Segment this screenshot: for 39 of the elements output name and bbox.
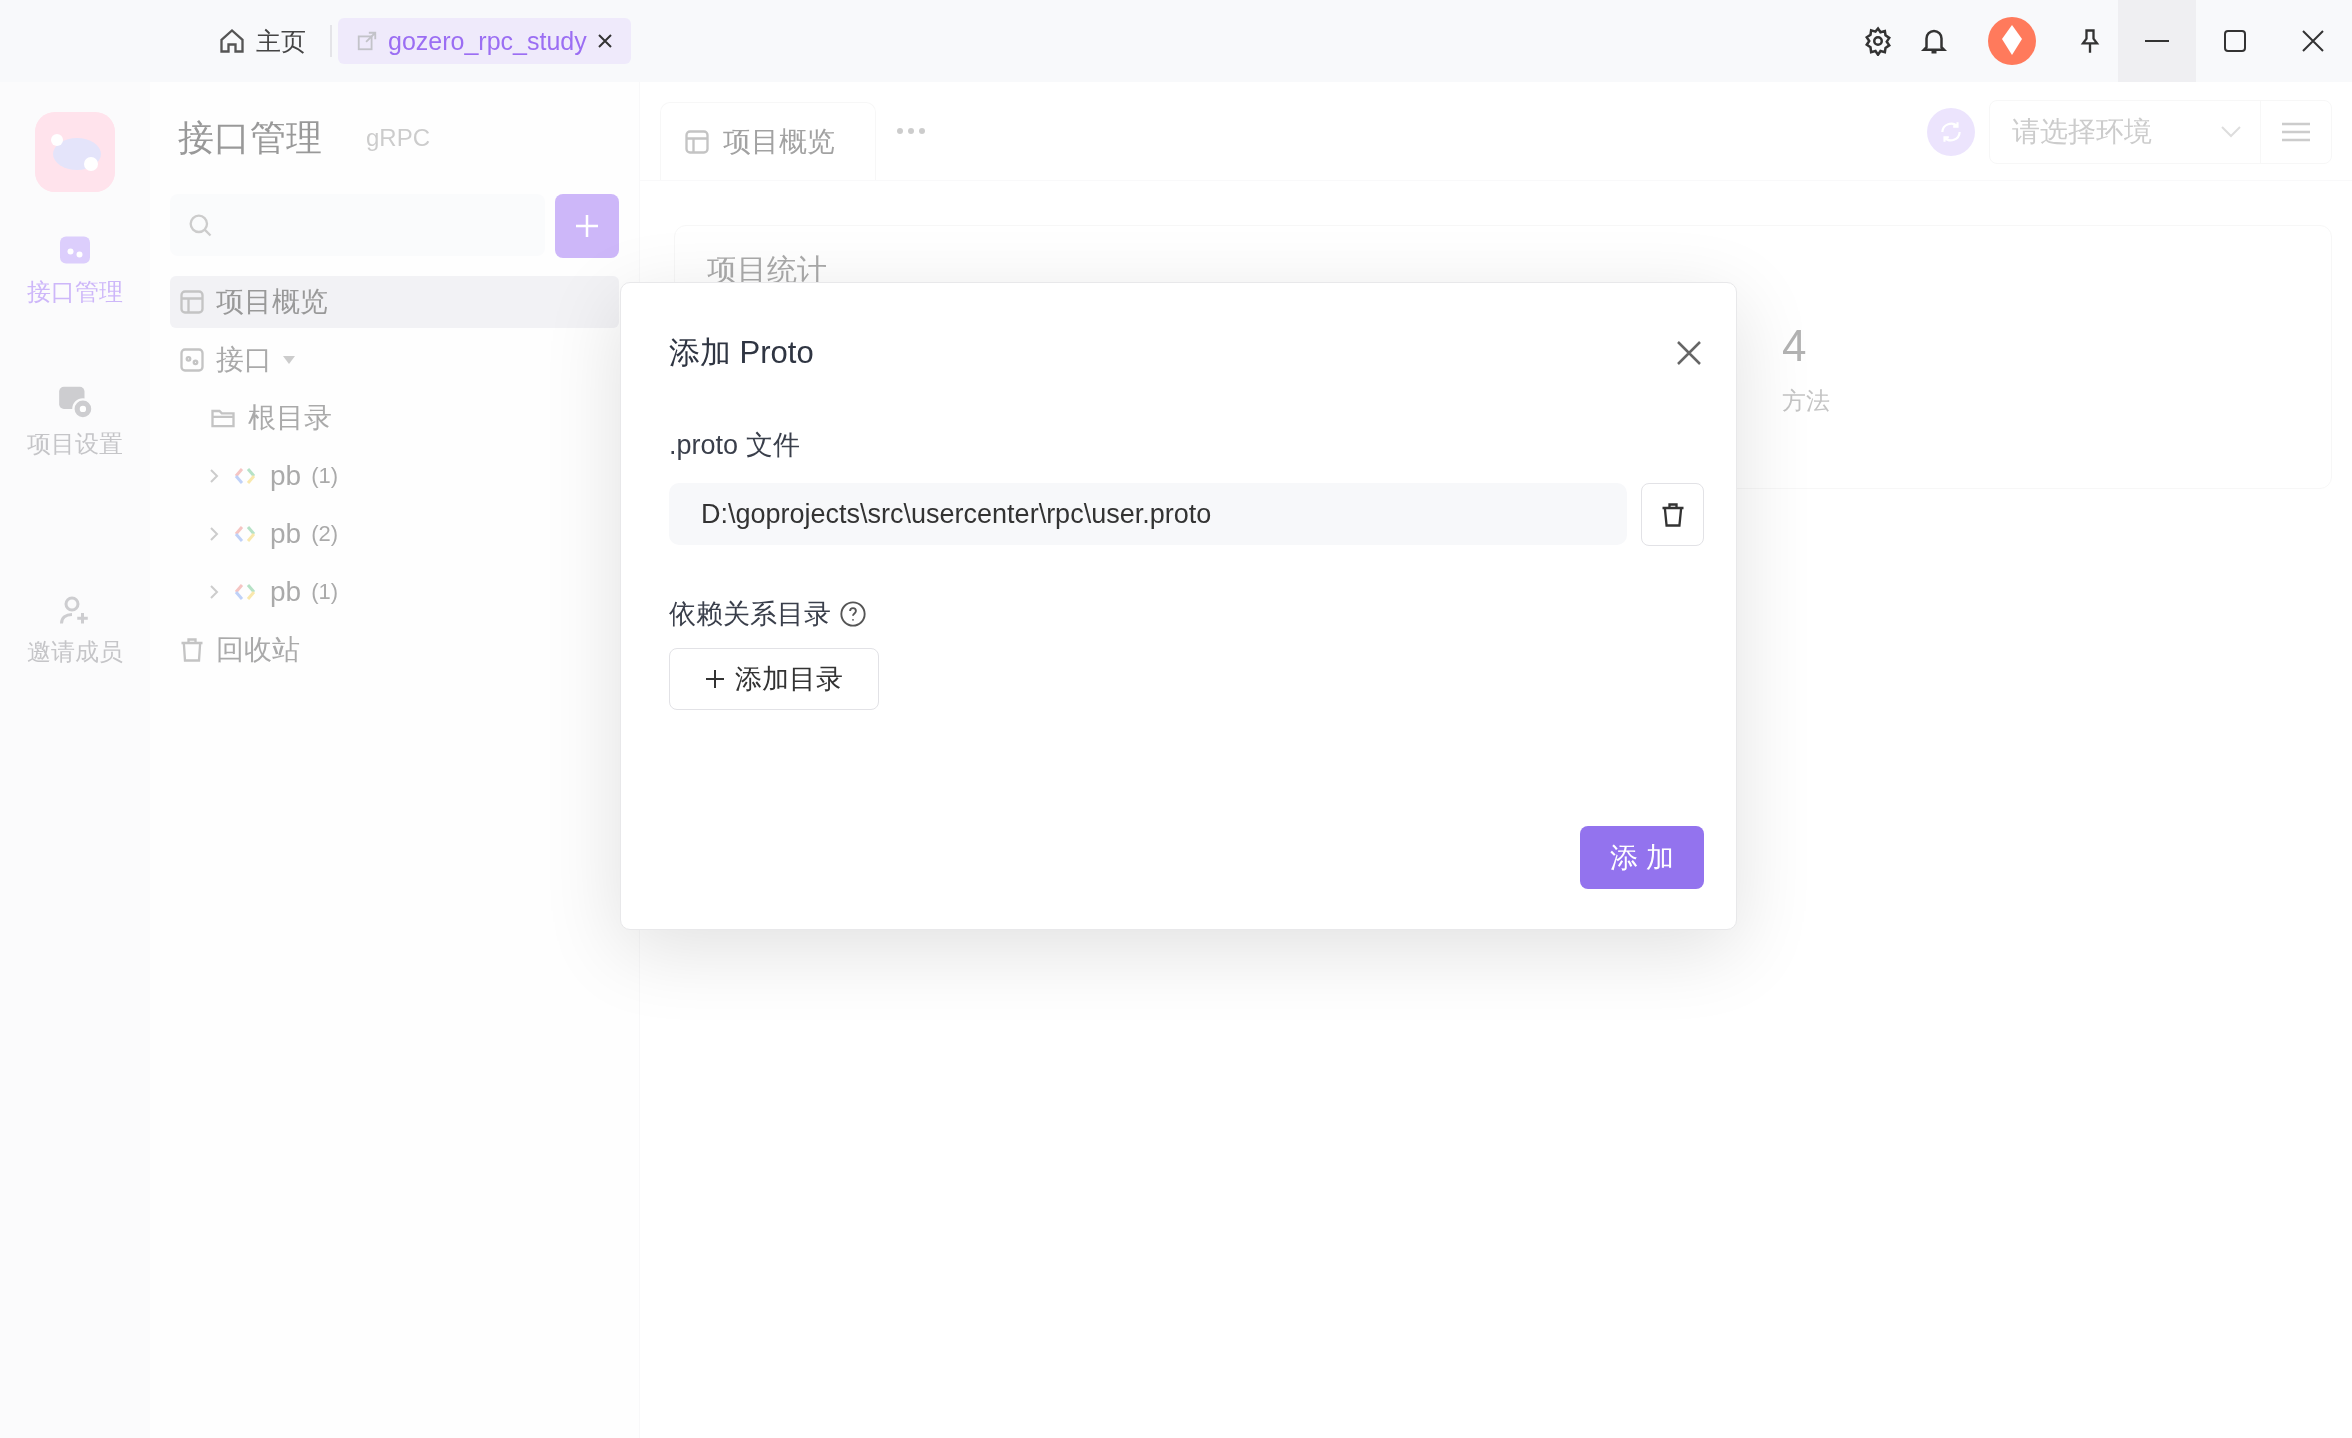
sidebar-title: 接口管理 xyxy=(178,115,322,160)
file-path-field[interactable]: D:\goprojects\src\usercenter\rpc\user.proto xyxy=(669,483,1627,545)
tree-item[interactable]: 根目录 xyxy=(200,392,619,444)
sync-icon xyxy=(1938,119,1964,145)
add-directory-button[interactable]: 添加目录 xyxy=(669,648,879,710)
window-tab[interactable]: 主页 xyxy=(200,18,324,64)
minimize-icon xyxy=(2145,39,2169,43)
menu-icon xyxy=(2282,121,2310,143)
stat-label: 方法 xyxy=(1782,386,1830,416)
chevron-down-icon xyxy=(2220,125,2242,139)
tree-item[interactable]: 项目概览 xyxy=(170,276,619,328)
field-label: 依赖关系目录 xyxy=(669,598,831,631)
layout-icon xyxy=(683,127,711,156)
delete-button[interactable] xyxy=(1641,483,1704,546)
layout-icon xyxy=(178,288,206,316)
tree-item[interactable]: pb (1) xyxy=(200,450,619,502)
tree-item[interactable]: pb (2) xyxy=(200,508,619,560)
home-icon xyxy=(218,27,246,55)
search-field[interactable] xyxy=(170,194,545,256)
avatar-icon[interactable] xyxy=(1988,17,2036,65)
field-label: .proto 文件 xyxy=(669,429,801,462)
tree-item[interactable]: pb (1) xyxy=(200,566,619,618)
settings-icon[interactable] xyxy=(1863,26,1893,56)
close-icon xyxy=(2302,30,2324,52)
window-tab[interactable]: gozero_rpc_study xyxy=(338,18,631,64)
dialog-title: 添加 Proto xyxy=(669,334,814,372)
help-icon[interactable] xyxy=(839,600,867,628)
submit-button[interactable]: 添 加 xyxy=(1580,826,1704,889)
stat-value: 4 xyxy=(1782,321,1808,371)
plus-icon xyxy=(705,669,725,689)
maximize-icon xyxy=(2224,30,2246,52)
page-tab[interactable]: 项目概览 xyxy=(660,102,876,180)
api-icon xyxy=(178,346,206,374)
tree-item[interactable]: 回收站 xyxy=(170,624,619,676)
close-icon[interactable] xyxy=(596,33,613,49)
external-link-icon xyxy=(356,30,378,52)
tree-item[interactable]: 接口 xyxy=(170,334,619,386)
nav-item[interactable]: 接口管理 xyxy=(27,222,123,372)
plus-icon xyxy=(574,213,600,239)
